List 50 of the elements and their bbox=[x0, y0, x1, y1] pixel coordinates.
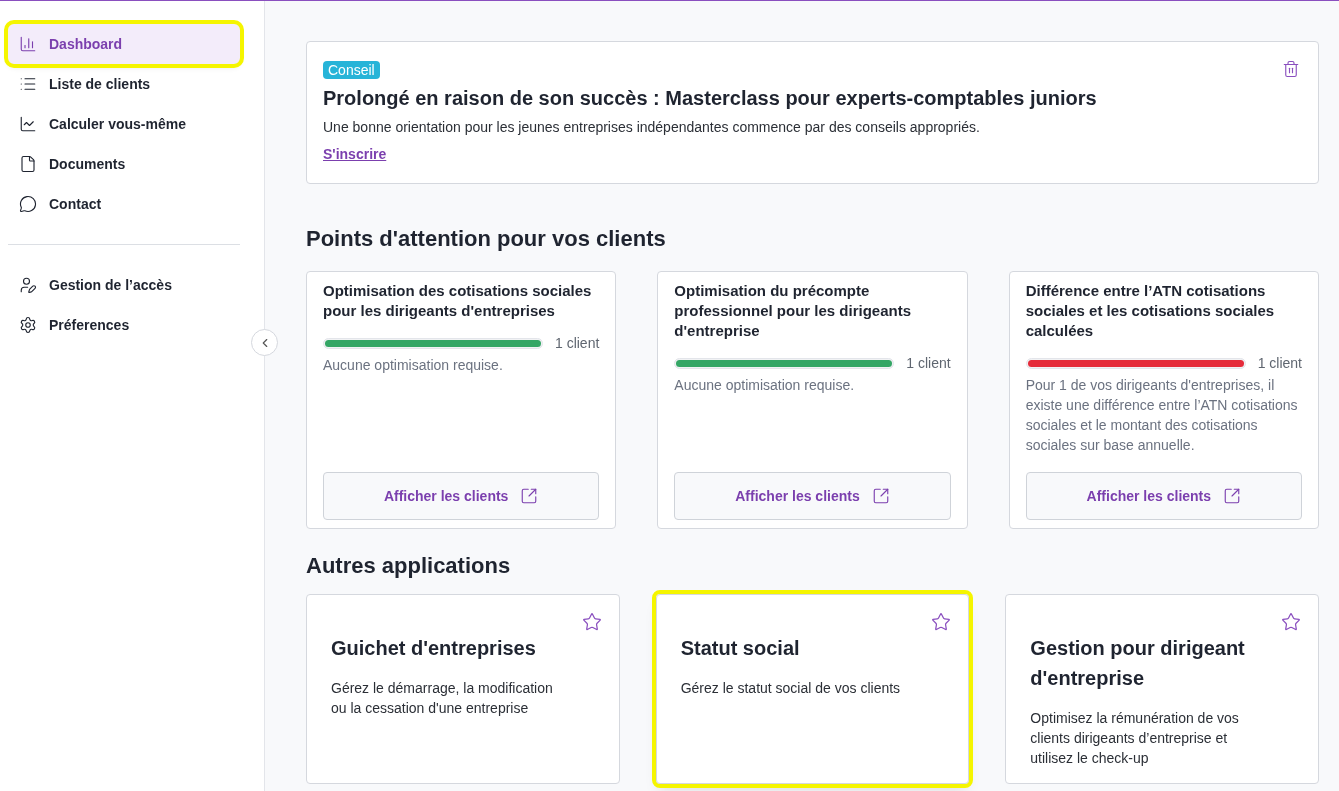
delete-button[interactable] bbox=[1282, 60, 1300, 78]
app-description: Optimisez la rémunération de vos clients dirigeants d’entreprise et utilisez le check-up bbox=[1030, 709, 1240, 768]
nav-item[interactable]: Préferences bbox=[8, 305, 240, 345]
favorite-button[interactable] bbox=[931, 612, 952, 632]
app-card[interactable]: Gestion pour dirigeant d'entreprise Optimisez la rémunération de vos clients dirigeants d’entreprise et utilisez le check-up bbox=[1005, 594, 1319, 784]
nav-item[interactable]: Calculer vous-même bbox=[8, 104, 240, 144]
user-pen-icon bbox=[19, 276, 37, 294]
client-count: 1 client bbox=[554, 334, 600, 353]
app-title: Gestion pour dirigeant d'entreprise bbox=[1030, 636, 1246, 691]
document-icon bbox=[19, 155, 37, 173]
star-icon bbox=[931, 612, 952, 632]
app-title: Guichet d'entreprises bbox=[331, 636, 537, 661]
show-clients-button[interactable]: Afficher les clients bbox=[1025, 472, 1302, 520]
section-heading: Points d'attention pour vos clients bbox=[306, 225, 667, 253]
banner-title: Prolongé en raison de son succès : Masterclass pour experts-comptables juniors bbox=[323, 86, 1098, 111]
section-heading: Autres applications bbox=[306, 552, 512, 580]
app-title: Statut social bbox=[680, 636, 801, 661]
nav-item[interactable]: Liste de clients bbox=[8, 64, 240, 104]
card-text: Aucune optimisation requise. bbox=[674, 376, 856, 395]
app-card[interactable]: Guichet d'entreprises Gérez le démarrage, la modification ou la cessation d'une entreprise bbox=[306, 594, 620, 784]
show-clients-button[interactable]: Afficher les clients bbox=[323, 472, 600, 520]
card-title: Optimisation du précompte professionnel pour les dirigeants d'entreprise bbox=[674, 281, 913, 341]
star-icon bbox=[581, 612, 602, 632]
app-description: Gérez le statut social de vos clients bbox=[680, 679, 902, 698]
client-count: 1 client bbox=[906, 354, 951, 373]
register-link[interactable]: S'inscrire bbox=[323, 144, 387, 165]
favorite-button[interactable] bbox=[581, 612, 602, 632]
settings-icon bbox=[19, 316, 37, 334]
app-description: Gérez le démarrage, la modification ou la cessation d'une entreprise bbox=[331, 679, 554, 718]
banner-text: Une bonne orientation pour les jeunes entreprises indépendantes commence par des conseils appropriés. bbox=[323, 118, 981, 137]
favorite-button[interactable] bbox=[1281, 612, 1301, 632]
bar-chart-icon bbox=[19, 35, 37, 53]
nav-item[interactable]: Contact bbox=[8, 184, 240, 224]
show-clients-button[interactable]: Afficher les clients bbox=[674, 472, 951, 520]
external-link-icon bbox=[871, 487, 890, 505]
card-title: Différence entre l’ATN cotisations sociales et les cotisations sociales calculées bbox=[1025, 281, 1276, 341]
client-count: 1 client bbox=[1257, 354, 1302, 373]
card-text: Pour 1 de vos dirigeants d'entreprises, il existe une différence entre l’ATN cotisations sociales et le montant des cotisations sociales sur base annuelle. bbox=[1025, 376, 1299, 455]
card-title: Optimisation des cotisations sociales pour les dirigeants d'entreprises bbox=[323, 281, 593, 321]
nav-item[interactable]: Gestion de l’accès bbox=[8, 265, 240, 305]
external-link-icon bbox=[520, 487, 539, 505]
card-text: Aucune optimisation requise. bbox=[323, 356, 504, 375]
nav-item[interactable]: Documents bbox=[8, 144, 240, 184]
list-icon bbox=[19, 75, 37, 93]
star-icon bbox=[1281, 612, 1301, 632]
trash-icon bbox=[1282, 60, 1300, 78]
line-chart-icon bbox=[19, 115, 37, 133]
external-link-icon bbox=[1223, 487, 1242, 505]
speech-bubble-icon bbox=[19, 195, 37, 213]
category-badge: Conseil bbox=[323, 61, 380, 79]
